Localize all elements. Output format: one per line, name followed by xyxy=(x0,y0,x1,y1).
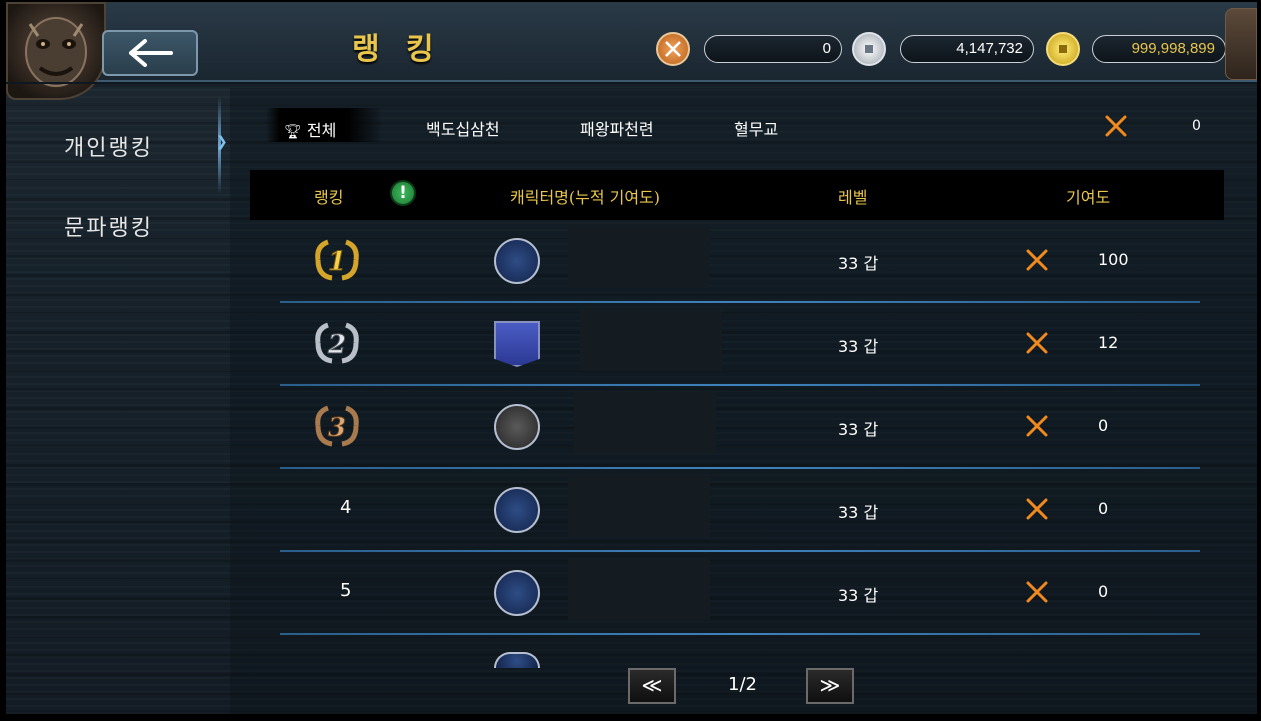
chevron-right-icon: ❯ xyxy=(216,134,228,150)
row-separator xyxy=(280,633,1200,635)
contribution: 0 xyxy=(1098,499,1109,518)
contribution: 12 xyxy=(1098,333,1119,352)
currency-1-value: 0 xyxy=(704,35,842,63)
tab-baekdo[interactable]: 백도십삼천 xyxy=(426,116,500,140)
blue-dragon-emblem xyxy=(494,487,540,533)
blue-dragon-emblem xyxy=(494,570,540,616)
col-character: 캐릭터명(누적 기여도) xyxy=(510,188,661,207)
level: 33 갑 xyxy=(838,586,879,605)
sidebar-item-personal-ranking[interactable]: 개인랭킹 xyxy=(64,130,153,162)
tab-all[interactable]: 🏆︎ 전체 xyxy=(266,108,382,142)
bronze-medal-icon: 3 xyxy=(315,405,359,447)
faction-tabs: 🏆︎ 전체 백도십삼천 패왕파천련 혈무교 0 xyxy=(230,88,1257,174)
contribution: 0 xyxy=(1098,416,1109,435)
col-contribution: 기여도 xyxy=(1066,188,1111,207)
silver-coin-icon xyxy=(852,32,886,66)
crossed-swords-icon xyxy=(1105,115,1127,137)
level: 33 갑 xyxy=(838,254,879,273)
sidebar-item-guild-ranking[interactable]: 문파랭킹 xyxy=(64,210,153,242)
trophy-icon: 🏆︎ xyxy=(284,124,302,140)
demon-mask-ornament xyxy=(6,2,106,100)
svg-text:3: 3 xyxy=(328,413,346,443)
tab-label: 전체 xyxy=(306,121,337,140)
page-indicator: 1/2 xyxy=(728,674,757,695)
ranking-panel: 🏆︎ 전체 백도십삼천 패왕파천련 혈무교 0 랭킹 ! 캐릭터명(누적 기여도… xyxy=(230,88,1257,714)
page-title: 랭 킹 xyxy=(352,32,442,67)
blue-banner-emblem xyxy=(494,321,540,367)
character-name-box xyxy=(568,558,710,620)
dark-skull-emblem xyxy=(494,404,540,450)
svg-text:1: 1 xyxy=(328,247,346,277)
character-name-box xyxy=(580,309,722,371)
level: 33 갑 xyxy=(838,420,879,439)
prev-page-button[interactable]: ≪ xyxy=(628,668,676,704)
back-button[interactable] xyxy=(102,30,198,76)
tab-paewang[interactable]: 패왕파천련 xyxy=(580,116,654,140)
character-name-box xyxy=(568,226,710,288)
next-page-button[interactable]: ≫ xyxy=(806,668,854,704)
level: 33 갑 xyxy=(838,337,879,356)
table-row[interactable]: 2 33 갑 12 xyxy=(230,303,1257,386)
character-name-box xyxy=(568,475,710,537)
table-row[interactable]: 5 33 갑 0 xyxy=(230,552,1257,635)
game-window: 랭 킹 0 4,147,732 999,998,899 개인랭킹 문파랭킹 ❯ … xyxy=(6,2,1257,714)
tab-hyeolmu[interactable]: 혈무교 xyxy=(734,116,778,140)
crossed-swords-icon xyxy=(1026,498,1048,520)
sidebar: 개인랭킹 문파랭킹 ❯ xyxy=(6,88,230,714)
currency-2-value: 4,147,732 xyxy=(900,35,1034,63)
crossed-swords-icon xyxy=(1026,415,1048,437)
gold-medal-icon: 1 xyxy=(315,239,359,281)
col-rank: 랭킹 xyxy=(314,188,344,207)
crossed-swords-icon xyxy=(1026,332,1048,354)
crossed-swords-icon xyxy=(1026,249,1048,271)
level: 33 갑 xyxy=(838,503,879,522)
table-row[interactable]: 3 33 갑 0 xyxy=(230,386,1257,469)
table-header: 랭킹 ! 캐릭터명(누적 기여도) 레벨 기여도 xyxy=(250,170,1224,220)
crossed-swords-icon xyxy=(1026,581,1048,603)
crossed-swords-coin-icon xyxy=(656,32,690,66)
back-arrow-icon xyxy=(129,39,173,67)
silver-medal-icon: 2 xyxy=(315,322,359,364)
table-row[interactable]: 4 33 갑 0 xyxy=(230,469,1257,552)
table-row[interactable]: 1 33 갑 100 xyxy=(230,220,1257,303)
top-bar: 랭 킹 0 4,147,732 999,998,899 xyxy=(6,2,1257,100)
rank-number: 5 xyxy=(340,580,352,601)
col-level: 레벨 xyxy=(838,188,868,207)
pagination: ≪ 1/2 ≫ xyxy=(628,668,868,708)
my-contribution: 0 xyxy=(1192,118,1201,134)
gold-coin-icon xyxy=(1046,32,1080,66)
blue-dragon-emblem xyxy=(494,238,540,284)
contribution: 100 xyxy=(1098,250,1129,269)
svg-text:2: 2 xyxy=(327,330,346,360)
blue-dragon-emblem xyxy=(494,652,540,668)
contribution: 0 xyxy=(1098,582,1109,601)
rank-number: 4 xyxy=(340,497,352,518)
right-ornament xyxy=(1225,8,1257,80)
currency-3-value: 999,998,899 xyxy=(1092,35,1226,63)
help-icon[interactable]: ! xyxy=(390,180,416,206)
character-name-box xyxy=(574,392,716,454)
